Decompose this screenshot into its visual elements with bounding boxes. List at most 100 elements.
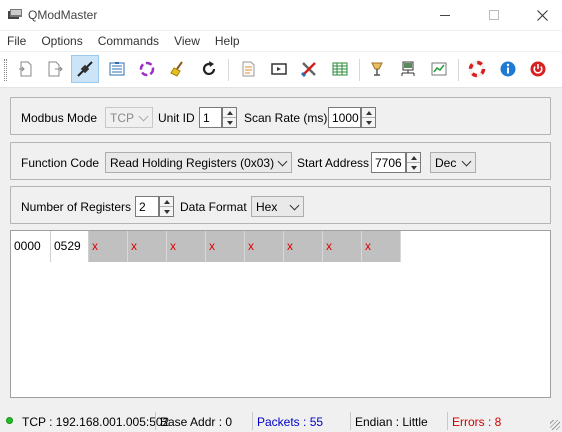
tcp-settings-button[interactable] bbox=[425, 55, 453, 83]
status-errors: Errors : 8 bbox=[452, 415, 502, 429]
lifebuoy-icon bbox=[468, 60, 486, 78]
arrow-down-icon bbox=[163, 210, 170, 214]
arrow-down-icon bbox=[365, 121, 372, 125]
spin-up-button[interactable] bbox=[160, 197, 173, 207]
settings-button[interactable] bbox=[363, 55, 391, 83]
num-registers-spinner[interactable] bbox=[159, 196, 174, 217]
network-icon bbox=[401, 61, 415, 76]
broom-icon bbox=[170, 61, 183, 77]
menu-view[interactable]: View bbox=[169, 31, 205, 51]
clear-button[interactable] bbox=[164, 55, 192, 83]
modbus-mode-value: TCP bbox=[110, 111, 134, 125]
exit-button[interactable] bbox=[524, 55, 552, 83]
empty-register-cell[interactable]: x bbox=[206, 231, 245, 262]
info-icon bbox=[500, 61, 516, 77]
chevron-down-icon bbox=[277, 156, 288, 167]
register-address-cell[interactable]: 0000 bbox=[11, 231, 51, 262]
bus-monitor-button[interactable] bbox=[265, 55, 293, 83]
arrow-up-icon bbox=[365, 110, 372, 115]
app-icon bbox=[8, 9, 22, 19]
scan-button[interactable] bbox=[133, 55, 161, 83]
modbus-mode-select: TCP bbox=[105, 107, 153, 128]
function-code-select[interactable]: Read Holding Registers (0x03) bbox=[105, 152, 292, 173]
menu-commands[interactable]: Commands bbox=[93, 31, 164, 51]
status-separator bbox=[155, 412, 156, 430]
empty-register-cell[interactable]: x bbox=[128, 231, 167, 262]
chart-window-icon bbox=[431, 62, 447, 76]
read-write-icon bbox=[109, 62, 125, 76]
menu-help[interactable]: Help bbox=[210, 31, 245, 51]
log-icon bbox=[242, 61, 255, 77]
address-format-select[interactable]: Dec bbox=[430, 152, 476, 173]
start-address-label: Start Address bbox=[297, 156, 370, 170]
empty-register-cell[interactable]: x bbox=[284, 231, 323, 262]
empty-register-cell[interactable]: x bbox=[245, 231, 284, 262]
status-separator bbox=[350, 412, 351, 430]
save-session-button[interactable] bbox=[41, 55, 69, 83]
register-data-view[interactable]: 0000 0529 x x x x x x x x bbox=[10, 230, 551, 398]
toolbar-separator bbox=[458, 59, 459, 81]
empty-register-cell[interactable]: x bbox=[167, 231, 206, 262]
empty-register-cell[interactable]: x bbox=[89, 231, 128, 262]
arrow-down-icon bbox=[410, 166, 417, 170]
empty-register-cell[interactable]: x bbox=[323, 231, 362, 262]
status-endian: Endian : Little bbox=[355, 415, 428, 429]
spin-up-button[interactable] bbox=[362, 108, 375, 118]
data-format-label: Data Format bbox=[180, 200, 247, 214]
unit-id-spinner[interactable] bbox=[222, 107, 237, 128]
scan-rate-input[interactable]: 1000 bbox=[328, 107, 361, 128]
toolbar bbox=[0, 52, 562, 88]
status-packets: Packets : 55 bbox=[257, 415, 324, 429]
monitor-icon bbox=[271, 63, 287, 75]
chevron-down-icon bbox=[289, 200, 300, 211]
tools-button[interactable] bbox=[295, 55, 323, 83]
connect-button[interactable] bbox=[71, 55, 99, 83]
spin-down-button[interactable] bbox=[362, 118, 375, 128]
read-write-button[interactable] bbox=[103, 55, 131, 83]
arrow-down-icon bbox=[226, 121, 233, 125]
help-button[interactable] bbox=[463, 55, 491, 83]
address-format-value: Dec bbox=[435, 156, 457, 170]
register-settings-group: Number of Registers 2 Data Format Hex bbox=[10, 186, 551, 224]
toolbar-grip[interactable] bbox=[4, 59, 7, 81]
start-address-input[interactable]: 7706 bbox=[371, 152, 406, 173]
arrow-up-icon bbox=[226, 110, 233, 115]
num-registers-input[interactable]: 2 bbox=[135, 196, 159, 217]
spin-up-button[interactable] bbox=[407, 153, 420, 163]
start-address-spinner[interactable] bbox=[406, 152, 421, 173]
scan-icon bbox=[139, 61, 155, 77]
status-connection: TCP : 192.168.001.005:502 bbox=[22, 415, 170, 429]
register-table-button[interactable] bbox=[326, 55, 354, 83]
arrow-up-icon bbox=[163, 199, 170, 204]
chevron-down-icon bbox=[138, 111, 149, 122]
modbus-mode-label: Modbus Mode bbox=[21, 111, 98, 125]
log-button[interactable] bbox=[234, 55, 262, 83]
maximize-button[interactable] bbox=[481, 4, 507, 26]
power-icon bbox=[530, 61, 546, 77]
chevron-down-icon bbox=[461, 156, 472, 167]
refresh-button[interactable] bbox=[195, 55, 223, 83]
title-bar: QModMaster bbox=[0, 0, 562, 30]
close-button[interactable] bbox=[529, 4, 555, 26]
menu-options[interactable]: Options bbox=[36, 31, 87, 51]
menu-file[interactable]: File bbox=[2, 31, 31, 51]
data-format-select[interactable]: Hex bbox=[251, 196, 304, 217]
load-session-button[interactable] bbox=[12, 55, 40, 83]
register-value-cell[interactable]: 0529 bbox=[51, 231, 89, 262]
minimize-button[interactable] bbox=[432, 4, 458, 26]
rtu-settings-button[interactable] bbox=[394, 55, 422, 83]
spin-down-button[interactable] bbox=[223, 118, 236, 128]
function-settings-group: Function Code Read Holding Registers (0x… bbox=[10, 142, 551, 180]
spin-down-button[interactable] bbox=[407, 163, 420, 173]
empty-register-cell[interactable]: x bbox=[362, 231, 401, 262]
refresh-icon bbox=[202, 61, 216, 76]
about-button[interactable] bbox=[494, 55, 522, 83]
scan-rate-spinner[interactable] bbox=[361, 107, 376, 128]
spin-up-button[interactable] bbox=[223, 108, 236, 118]
load-session-icon bbox=[19, 61, 32, 77]
data-format-value: Hex bbox=[256, 200, 278, 214]
resize-grip[interactable] bbox=[550, 420, 560, 430]
unit-id-input[interactable]: 1 bbox=[199, 107, 222, 128]
spin-down-button[interactable] bbox=[160, 207, 173, 217]
table-icon bbox=[332, 62, 348, 76]
